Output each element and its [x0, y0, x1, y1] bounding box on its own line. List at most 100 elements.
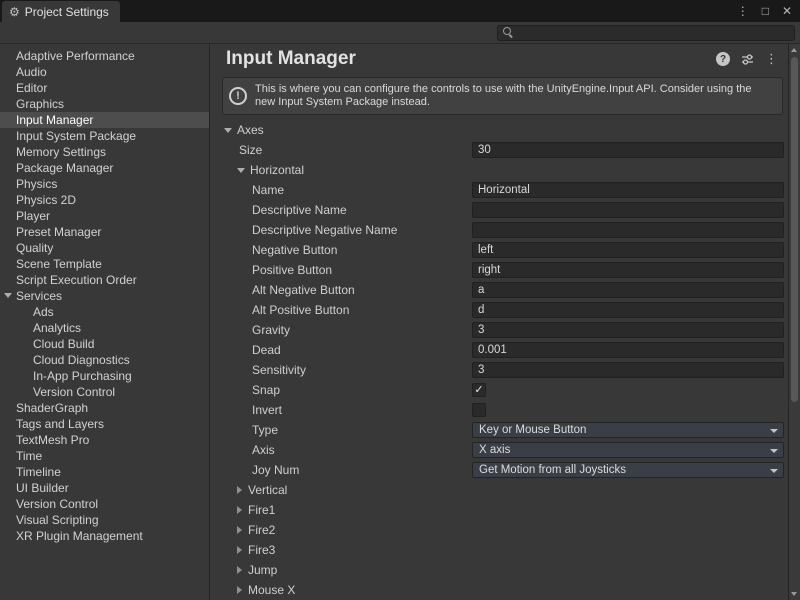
property-row-mouse-x: Mouse X [210, 580, 788, 600]
field-name[interactable] [472, 182, 784, 198]
sidebar-item-label: Player [16, 209, 50, 223]
foldout-label[interactable]: Fire3 [248, 543, 275, 557]
sidebar-item-textmesh-pro[interactable]: TextMesh Pro [0, 432, 209, 448]
window-menu-icon[interactable]: ⋮ [737, 5, 749, 17]
foldout-collapsed-icon[interactable] [237, 546, 242, 554]
foldout-label[interactable]: Mouse X [248, 583, 295, 597]
close-icon[interactable]: ✕ [782, 5, 792, 17]
field-dead[interactable] [472, 342, 784, 358]
sidebar-item-version-control[interactable]: Version Control [0, 496, 209, 512]
foldout-label[interactable]: Fire1 [248, 503, 275, 517]
sidebar-item-preset-manager[interactable]: Preset Manager [0, 224, 209, 240]
sidebar-item-player[interactable]: Player [0, 208, 209, 224]
sidebar-item-cloud-diagnostics[interactable]: Cloud Diagnostics [0, 352, 209, 368]
checkbox-snap[interactable]: ✓ [472, 383, 486, 397]
sidebar-item-label: Time [16, 449, 42, 463]
sidebar-item-xr-plugin-management[interactable]: XR Plugin Management [0, 528, 209, 544]
search-input[interactable] [517, 26, 794, 39]
dropdown-joy-num[interactable]: Get Motion from all Joysticks [472, 462, 784, 478]
foldout-collapsed-icon[interactable] [237, 506, 242, 514]
property-rows: AxesSizeHorizontalNameDescriptive NameDe… [210, 120, 788, 600]
dropdown-arrow-icon [770, 449, 778, 453]
property-row-axes: Axes [210, 120, 788, 140]
scroll-up-icon[interactable] [791, 48, 797, 52]
gear-icon: ⚙ [9, 6, 20, 18]
sidebar-item-analytics[interactable]: Analytics [0, 320, 209, 336]
foldout-label[interactable]: Vertical [248, 483, 287, 497]
foldout-label[interactable]: Jump [248, 563, 277, 577]
help-icon[interactable]: ? [716, 52, 730, 66]
sidebar-item-memory-settings[interactable]: Memory Settings [0, 144, 209, 160]
field-sensitivity[interactable] [472, 362, 784, 378]
sidebar-item-ads[interactable]: Ads [0, 304, 209, 320]
field-positive-button[interactable] [472, 262, 784, 278]
property-row-size: Size [210, 140, 788, 160]
field-alt-negative-button[interactable] [472, 282, 784, 298]
info-text: This is where you can configure the cont… [255, 83, 772, 109]
property-row-name: Name [210, 180, 788, 200]
field-gravity[interactable] [472, 322, 784, 338]
more-menu-icon[interactable]: ⋮ [765, 51, 778, 67]
sidebar-item-physics[interactable]: Physics [0, 176, 209, 192]
maximize-icon[interactable]: □ [762, 5, 769, 17]
field-descriptive-negative-name[interactable] [472, 222, 784, 238]
checkbox-invert[interactable] [472, 403, 486, 417]
property-row-positive-button: Positive Button [210, 260, 788, 280]
foldout-expanded-icon[interactable] [4, 293, 12, 298]
dropdown-type[interactable]: Key or Mouse Button [472, 422, 784, 438]
foldout-expanded-icon[interactable] [237, 168, 245, 173]
sidebar-item-shadergraph[interactable]: ShaderGraph [0, 400, 209, 416]
sidebar-item-label: Visual Scripting [16, 513, 99, 527]
property-row-fire1: Fire1 [210, 500, 788, 520]
sidebar-item-version-control[interactable]: Version Control [0, 384, 209, 400]
sidebar-item-ui-builder[interactable]: UI Builder [0, 480, 209, 496]
field-size[interactable] [472, 142, 784, 158]
field-descriptive-name[interactable] [472, 202, 784, 218]
property-row-fire2: Fire2 [210, 520, 788, 540]
sidebar-item-graphics[interactable]: Graphics [0, 96, 209, 112]
vertical-scrollbar[interactable] [788, 44, 800, 600]
foldout-collapsed-icon[interactable] [237, 586, 242, 594]
sidebar-item-input-system-package[interactable]: Input System Package [0, 128, 209, 144]
toolbar [0, 22, 800, 44]
header-icons: ? ⋮ [716, 51, 778, 67]
dropdown-axis[interactable]: X axis [472, 442, 784, 458]
foldout-collapsed-icon[interactable] [237, 566, 242, 574]
sidebar-item-services[interactable]: Services [0, 288, 209, 304]
presets-icon[interactable] [741, 53, 754, 66]
sidebar-item-script-execution-order[interactable]: Script Execution Order [0, 272, 209, 288]
sidebar-item-label: Tags and Layers [16, 417, 104, 431]
sidebar-item-package-manager[interactable]: Package Manager [0, 160, 209, 176]
sidebar-item-scene-template[interactable]: Scene Template [0, 256, 209, 272]
foldout-collapsed-icon[interactable] [237, 486, 242, 494]
field-negative-button[interactable] [472, 242, 784, 258]
sidebar-item-quality[interactable]: Quality [0, 240, 209, 256]
sidebar-item-tags-and-layers[interactable]: Tags and Layers [0, 416, 209, 432]
property-row-jump: Jump [210, 560, 788, 580]
foldout-expanded-icon[interactable] [224, 128, 232, 133]
sidebar-item-input-manager[interactable]: Input Manager [0, 112, 209, 128]
sidebar-item-cloud-build[interactable]: Cloud Build [0, 336, 209, 352]
sidebar-item-adaptive-performance[interactable]: Adaptive Performance [0, 48, 209, 64]
scroll-down-icon[interactable] [791, 592, 797, 596]
sidebar-item-label: Graphics [16, 97, 64, 111]
sidebar-item-editor[interactable]: Editor [0, 80, 209, 96]
search-box[interactable] [497, 25, 795, 41]
foldout-label[interactable]: Horizontal [250, 163, 304, 177]
sidebar-item-in-app-purchasing[interactable]: In-App Purchasing [0, 368, 209, 384]
field-alt-positive-button[interactable] [472, 302, 784, 318]
property-row-alt-positive-button: Alt Positive Button [210, 300, 788, 320]
property-row-negative-button: Negative Button [210, 240, 788, 260]
scrollbar-thumb[interactable] [791, 57, 798, 402]
foldout-label[interactable]: Fire2 [248, 523, 275, 537]
sidebar-item-audio[interactable]: Audio [0, 64, 209, 80]
sidebar-item-visual-scripting[interactable]: Visual Scripting [0, 512, 209, 528]
sidebar-item-timeline[interactable]: Timeline [0, 464, 209, 480]
tab-project-settings[interactable]: ⚙ Project Settings [2, 1, 120, 22]
page-title: Input Manager [226, 48, 716, 70]
foldout-label[interactable]: Axes [237, 123, 264, 137]
sidebar-item-time[interactable]: Time [0, 448, 209, 464]
foldout-collapsed-icon[interactable] [237, 526, 242, 534]
sidebar-item-physics-2d[interactable]: Physics 2D [0, 192, 209, 208]
sidebar-item-label: Services [16, 289, 62, 303]
